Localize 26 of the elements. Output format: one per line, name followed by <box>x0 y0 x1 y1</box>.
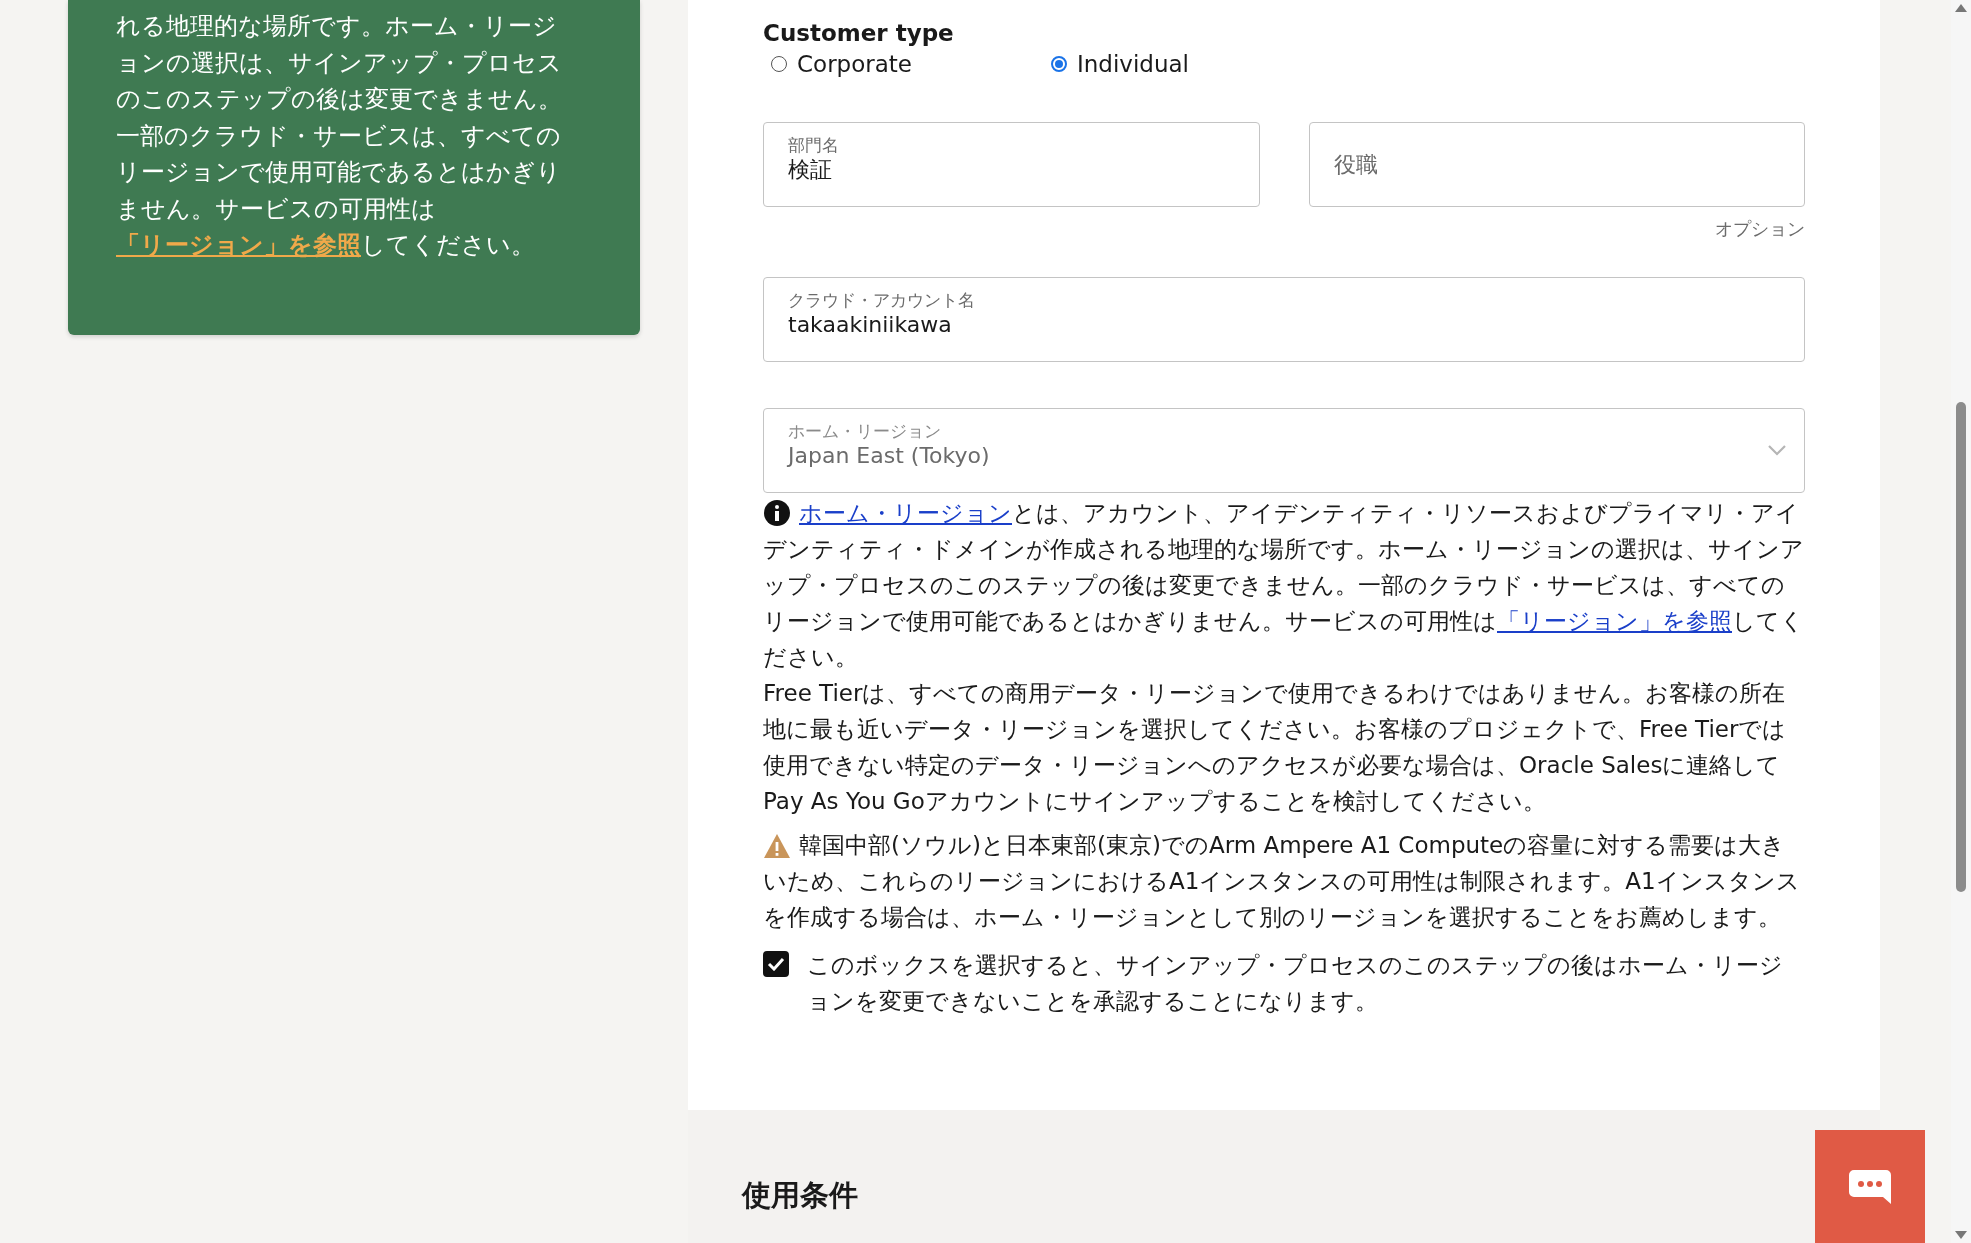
chat-bubble-icon <box>1849 1169 1891 1204</box>
free-tier-note: Free Tierは、すべての商用データ・リージョンで使用できるわけではありません。お客様の所在地に最も近いデータ・リージョンを選択してください。お客様のプロジェクトで、Free Tierでは使用できない特定のデータ・リージョンへのアクセスが必要な場合は、Oracle Salesに連絡してPay As You Goアカウントにサインアップすることを検討してください。 <box>763 679 1788 816</box>
region-note-text: れる地理的な場所です。ホーム・リージョンの選択は、サインアップ・プロセスのこのステップの後は変更できません。一部のクラウド・サービスは、すべてのリージョンで使用可能であるとはかぎりません。サービスの可用性は 「リージョン」を参照 してください。 <box>116 11 563 261</box>
check-icon <box>767 957 785 971</box>
chevron-down-icon <box>1768 445 1786 456</box>
home-region-select[interactable]: ホーム・リージョン Japan East (Tokyo) <box>763 408 1805 493</box>
department-field[interactable]: 部門名 検証 <box>763 122 1260 207</box>
customer-type-radio[interactable]: Individual <box>1051 48 1323 80</box>
scroll-up-icon <box>1955 4 1967 12</box>
acknowledge-checkbox[interactable] <box>763 951 789 977</box>
account-name-field[interactable]: クラウド・アカウント名 takaakiniikawa <box>763 277 1805 362</box>
optional-hint: オプション <box>1714 217 1805 241</box>
customer-type-radio[interactable]: Corporate <box>771 48 1043 80</box>
info-icon <box>763 499 791 527</box>
customer-type-label: Customer type <box>763 19 955 48</box>
job-title-field[interactable]: 役職 <box>1308 122 1805 207</box>
capacity-warning-text: 韓国中部(ソウル)と日本東部(東京)でのArm Ampere A1 Computeの容量に対する需要は大きいため、これらのリージョンにおけるA1インスタンスの可用性は制限されます。A1インスタンスを作成する場合は、ホーム・リージョンとして別のリージョンを選択することをお薦めします。 <box>763 831 1801 932</box>
regions-link[interactable]: 「リージョン」を参照 <box>1497 608 1732 634</box>
home-region-info-text: ホーム・リージョン とは、アカウント、アイデンティティ・リソースおよびプライマリ・アイデンティティ・ドメインが作成される地理的な場所です。ホーム・リージョンの選択は、サインアップ・プロセスのこのステップの後は変更できません。一部のクラウド・サービスは、すべてのリージョンで使用可能であるとはかぎりません。サービスの可用性は「リージョン」を参照 してください。 <box>763 498 1805 672</box>
scrollbar-thumb[interactable] <box>1956 401 1966 892</box>
home-region-link[interactable]: ホーム・リージョン <box>799 500 1012 526</box>
warning-icon <box>763 833 791 859</box>
acknowledge-label: このボックスを選択すると、サインアップ・プロセスのこのステップの後はホーム・リージョンを変更できないことを承認することになります。 <box>807 951 1784 1016</box>
scroll-down-icon <box>1955 1231 1967 1239</box>
chat-button[interactable] <box>1815 1130 1925 1243</box>
terms-heading: 使用条件 <box>742 1177 859 1214</box>
